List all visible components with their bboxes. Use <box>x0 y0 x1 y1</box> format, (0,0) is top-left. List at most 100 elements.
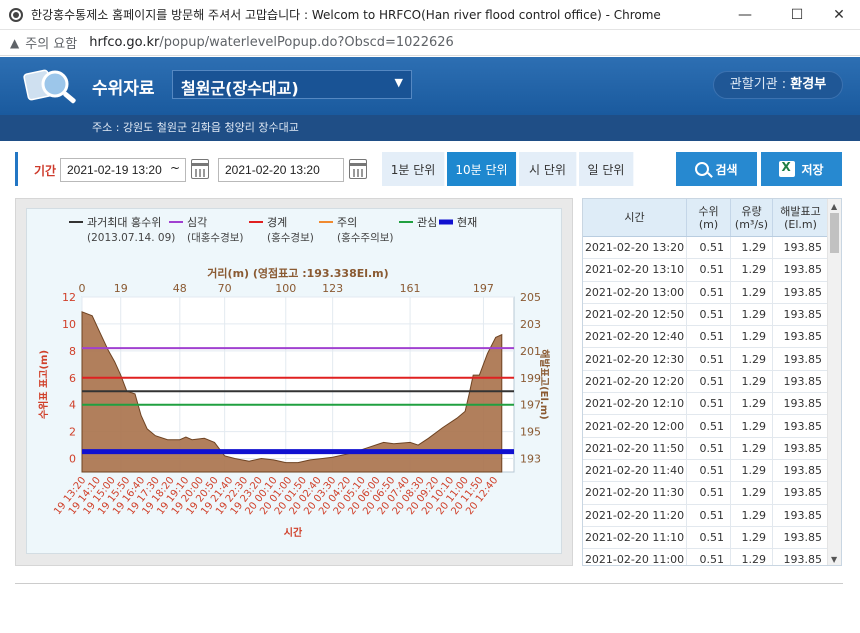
right-tick-label: 199 <box>520 372 541 385</box>
chevron-down-icon: ▼ <box>394 76 403 89</box>
left-tick-label: 2 <box>69 426 76 439</box>
url-text[interactable]: hrfco.go.kr/popup/waterlevelPopup.do?Obs… <box>89 35 454 50</box>
search-button[interactable]: 검색 <box>676 152 757 186</box>
close-button[interactable]: ✕ <box>816 0 860 30</box>
cell-level: 0.51 <box>687 437 731 459</box>
cell-elevation: 193.85 <box>773 237 829 259</box>
cell-flow: 1.29 <box>731 437 773 459</box>
table-row[interactable]: 2021-02-20 12:30 0.51 1.29 193.85 <box>583 348 829 371</box>
cell-flow: 1.29 <box>731 237 773 259</box>
unit-1min-button[interactable]: 1분 단위 <box>382 152 445 186</box>
col-header-level-unit: (m) <box>698 217 719 231</box>
table-row[interactable]: 2021-02-20 12:50 0.51 1.29 193.85 <box>583 303 829 327</box>
station-address: 주소 : 강원도 철원군 김화읍 청양리 장수대교 <box>0 115 860 141</box>
data-table: 시간 수위 (m) 유량 (m³/s) 해발표고 (El.m) 2021-02-20 … <box>582 198 842 566</box>
station-select[interactable]: 철원군(장수대교) ▼ <box>172 70 412 99</box>
scroll-up-icon[interactable]: ▲ <box>831 202 837 211</box>
cell-elevation: 193.85 <box>773 482 829 504</box>
top-tick-label: 100 <box>275 282 296 295</box>
security-label[interactable]: 주의 요함 <box>25 33 77 52</box>
cell-flow: 1.29 <box>731 348 773 370</box>
scroll-thumb[interactable] <box>830 213 839 253</box>
start-date-input[interactable] <box>60 158 186 182</box>
left-tick-label: 6 <box>69 372 76 385</box>
cell-time: 2021-02-20 11:30 <box>583 482 687 504</box>
top-tick-label: 123 <box>322 282 343 295</box>
right-tick-label: 203 <box>520 318 541 331</box>
table-row[interactable]: 2021-02-20 12:40 0.51 1.29 193.85 <box>583 326 829 349</box>
maximize-button[interactable]: ☐ <box>774 0 820 30</box>
table-row[interactable]: 2021-02-20 11:50 0.51 1.29 193.85 <box>583 437 829 460</box>
right-tick-label: 193 <box>520 453 541 466</box>
legend-label: 심각 <box>187 216 207 229</box>
cell-time: 2021-02-20 11:50 <box>583 437 687 459</box>
minimize-button[interactable]: — <box>722 0 768 30</box>
top-tick-label: 48 <box>173 282 187 295</box>
table-row[interactable]: 2021-02-20 12:10 0.51 1.29 193.85 <box>583 393 829 416</box>
save-button-label: 저장 <box>801 162 824 177</box>
cell-time: 2021-02-20 12:00 <box>583 415 687 437</box>
cell-flow: 1.29 <box>731 415 773 437</box>
cell-elevation: 193.85 <box>773 326 829 348</box>
table-row[interactable]: 2021-02-20 11:40 0.51 1.29 193.85 <box>583 459 829 483</box>
top-tick-label: 0 <box>79 282 86 295</box>
save-button[interactable]: 저장 <box>761 152 842 186</box>
cell-time: 2021-02-20 12:20 <box>583 370 687 393</box>
table-scrollbar[interactable]: ▲ ▼ <box>827 199 841 565</box>
cell-elevation: 193.85 <box>773 526 829 549</box>
cell-elevation: 193.85 <box>773 370 829 393</box>
cell-time: 2021-02-20 11:00 <box>583 549 687 565</box>
cell-level: 0.51 <box>687 393 731 415</box>
cell-elevation: 193.85 <box>773 415 829 437</box>
unit-hour-button[interactable]: 시 단위 <box>519 152 577 186</box>
top-tick-label: 70 <box>218 282 232 295</box>
cell-time: 2021-02-20 13:00 <box>583 281 687 303</box>
right-tick-label: 195 <box>520 426 541 439</box>
left-tick-label: 12 <box>62 291 76 304</box>
left-tick-label: 10 <box>62 318 76 331</box>
cell-time: 2021-02-20 13:10 <box>583 259 687 281</box>
legend-sublabel: (대홍수경보) <box>187 231 244 244</box>
cell-elevation: 193.85 <box>773 549 829 565</box>
warning-icon[interactable]: ▲ <box>10 36 19 50</box>
col-header-time: 시간 <box>583 199 687 236</box>
left-tick-label: 4 <box>69 399 76 412</box>
table-row[interactable]: 2021-02-20 11:30 0.51 1.29 193.85 <box>583 482 829 505</box>
cell-flow: 1.29 <box>731 504 773 526</box>
unit-day-button[interactable]: 일 단위 <box>579 152 634 186</box>
table-row[interactable]: 2021-02-20 11:10 0.51 1.29 193.85 <box>583 526 829 550</box>
table-row[interactable]: 2021-02-20 12:00 0.51 1.29 193.85 <box>583 415 829 438</box>
url-host: hrfco.go.kr <box>89 35 160 50</box>
excel-icon <box>779 160 796 177</box>
cell-flow: 1.29 <box>731 259 773 281</box>
table-row[interactable]: 2021-02-20 13:10 0.51 1.29 193.85 <box>583 259 829 282</box>
search-button-label: 검색 <box>715 162 738 177</box>
controls-accent-bar <box>15 152 18 186</box>
cell-time: 2021-02-20 11:20 <box>583 504 687 526</box>
cell-elevation: 193.85 <box>773 259 829 281</box>
cell-flow: 1.29 <box>731 370 773 393</box>
end-calendar-icon[interactable] <box>349 159 367 179</box>
cell-flow: 1.29 <box>731 303 773 326</box>
cell-flow: 1.29 <box>731 526 773 549</box>
filter-controls: 기간 ~ 1분 단위 10분 단위 시 단위 일 단위 검색 저장 <box>15 152 845 188</box>
cell-time: 2021-02-20 12:10 <box>583 393 687 415</box>
table-row[interactable]: 2021-02-20 13:20 0.51 1.29 193.85 <box>583 237 829 260</box>
start-calendar-icon[interactable] <box>191 159 209 179</box>
legend-sublabel: (홍수경보) <box>267 231 314 244</box>
table-row[interactable]: 2021-02-20 13:00 0.51 1.29 193.85 <box>583 281 829 304</box>
unit-10min-button[interactable]: 10분 단위 <box>447 152 517 186</box>
table-row[interactable]: 2021-02-20 11:00 0.51 1.29 193.85 <box>583 549 829 565</box>
water-level-chart: 0 2 4 6 8 10 12 193 195 197 199 201 203 205 0 19 48 70 100… <box>37 215 551 539</box>
left-tick-label: 8 <box>69 345 76 358</box>
cell-level: 0.51 <box>687 348 731 370</box>
end-date-input[interactable] <box>218 158 344 182</box>
url-path: /popup/waterlevelPopup.do?Obscd=1022626 <box>159 35 454 50</box>
scroll-down-icon[interactable]: ▼ <box>831 555 837 564</box>
col-header-flow-unit: (m³/s) <box>734 217 769 231</box>
top-tick-label: 197 <box>473 282 494 295</box>
table-row[interactable]: 2021-02-20 12:20 0.51 1.29 193.85 <box>583 370 829 394</box>
table-row[interactable]: 2021-02-20 11:20 0.51 1.29 193.85 <box>583 504 829 527</box>
cell-level: 0.51 <box>687 326 731 348</box>
col-header-elevation-unit: (El.m) <box>784 217 817 231</box>
